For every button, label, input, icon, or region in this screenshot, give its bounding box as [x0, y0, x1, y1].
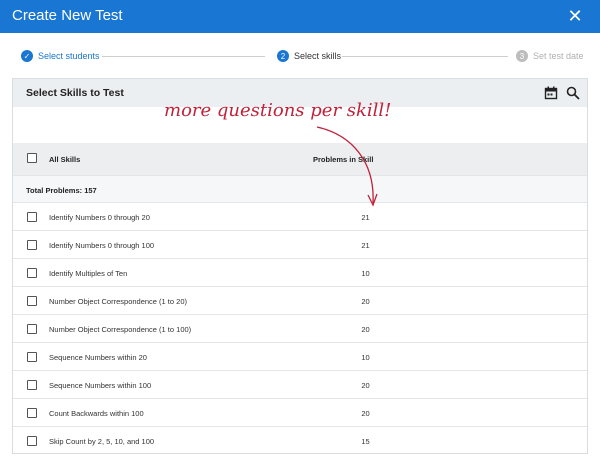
problem-count: 20	[361, 381, 370, 390]
table-row[interactable]: Number Object Correspondence (1 to 100) …	[13, 315, 587, 343]
step-select-students[interactable]: ✓ Select students	[21, 44, 100, 68]
skill-name: Count Backwards within 100	[49, 409, 144, 418]
dialog-titlebar: Create New Test ✕	[0, 0, 600, 33]
table-row[interactable]: Sequence Numbers within 20 10	[13, 343, 587, 371]
skill-name: Sequence Numbers within 20	[49, 353, 147, 362]
table-row[interactable]: Identify Numbers 0 through 100 21	[13, 231, 587, 259]
skill-name: Number Object Correspondence (1 to 20)	[49, 297, 187, 306]
step-connector	[102, 56, 265, 57]
skill-name: Identify Numbers 0 through 100	[49, 241, 155, 250]
problem-count: 20	[361, 325, 370, 334]
skill-name: Identify Multiples of Ten	[49, 269, 128, 278]
search-icon[interactable]	[566, 86, 580, 100]
problem-count: 20	[361, 409, 370, 418]
stepper: ✓ Select students 2 Select skills 3 Set …	[0, 44, 600, 68]
step-label: Select students	[38, 51, 100, 61]
skills-list: Identify Numbers 0 through 20 21 Identif…	[13, 203, 587, 453]
table-row[interactable]: Identify Multiples of Ten 10	[13, 259, 587, 287]
skill-name: Sequence Numbers within 100	[49, 381, 152, 390]
skills-card: Select Skills to Test All Skills Problem…	[12, 78, 588, 454]
step-select-skills[interactable]: 2 Select skills	[277, 44, 341, 68]
problem-count: 10	[361, 269, 370, 278]
problem-count: 21	[361, 213, 370, 222]
step-number: 3	[516, 50, 528, 62]
annotation-arrow	[316, 126, 378, 207]
skill-checkbox[interactable]	[27, 352, 37, 362]
total-problems-label: Total Problems: 157	[26, 186, 97, 195]
table-header: All Skills Problems in Skill	[13, 143, 587, 175]
skill-name: Identify Numbers 0 through 20	[49, 213, 150, 222]
annotation-text: more questions per skill!	[164, 100, 392, 121]
skill-checkbox[interactable]	[27, 408, 37, 418]
close-icon[interactable]: ✕	[566, 7, 584, 25]
calendar-icon[interactable]	[544, 86, 558, 100]
skill-name: Number Object Correspondence (1 to 100)	[49, 325, 192, 334]
table-row[interactable]: Count Backwards within 100 20	[13, 399, 587, 427]
skill-checkbox[interactable]	[27, 240, 37, 250]
skill-checkbox[interactable]	[27, 436, 37, 446]
step-number: 2	[277, 50, 289, 62]
problem-count: 20	[361, 297, 370, 306]
step-label: Select skills	[294, 51, 342, 61]
skill-checkbox[interactable]	[27, 324, 37, 334]
table-row[interactable]: Skip Count by 2, 5, 10, and 100 15	[13, 427, 587, 453]
total-problems-row: Total Problems: 157	[13, 175, 587, 203]
problem-count: 21	[361, 241, 370, 250]
column-all-skills: All Skills	[49, 155, 81, 164]
problem-count: 10	[361, 353, 370, 362]
select-all-checkbox[interactable]	[27, 153, 37, 163]
step-set-test-date: 3 Set test date	[516, 44, 584, 68]
skill-checkbox[interactable]	[27, 380, 37, 390]
skill-name: Skip Count by 2, 5, 10, and 100	[49, 437, 155, 446]
table-row[interactable]: Number Object Correspondence (1 to 20) 2…	[13, 287, 587, 315]
skill-checkbox[interactable]	[27, 296, 37, 306]
skill-checkbox[interactable]	[27, 268, 37, 278]
step-label: Set test date	[533, 51, 584, 61]
table-row[interactable]: Sequence Numbers within 100 20	[13, 371, 587, 399]
dialog-title: Create New Test	[12, 7, 123, 24]
skill-checkbox[interactable]	[27, 212, 37, 222]
check-icon: ✓	[21, 50, 33, 62]
problem-count: 15	[361, 437, 370, 446]
card-title: Select Skills to Test	[26, 87, 124, 99]
step-connector	[342, 56, 508, 57]
table-row[interactable]: Identify Numbers 0 through 20 21	[13, 203, 587, 231]
